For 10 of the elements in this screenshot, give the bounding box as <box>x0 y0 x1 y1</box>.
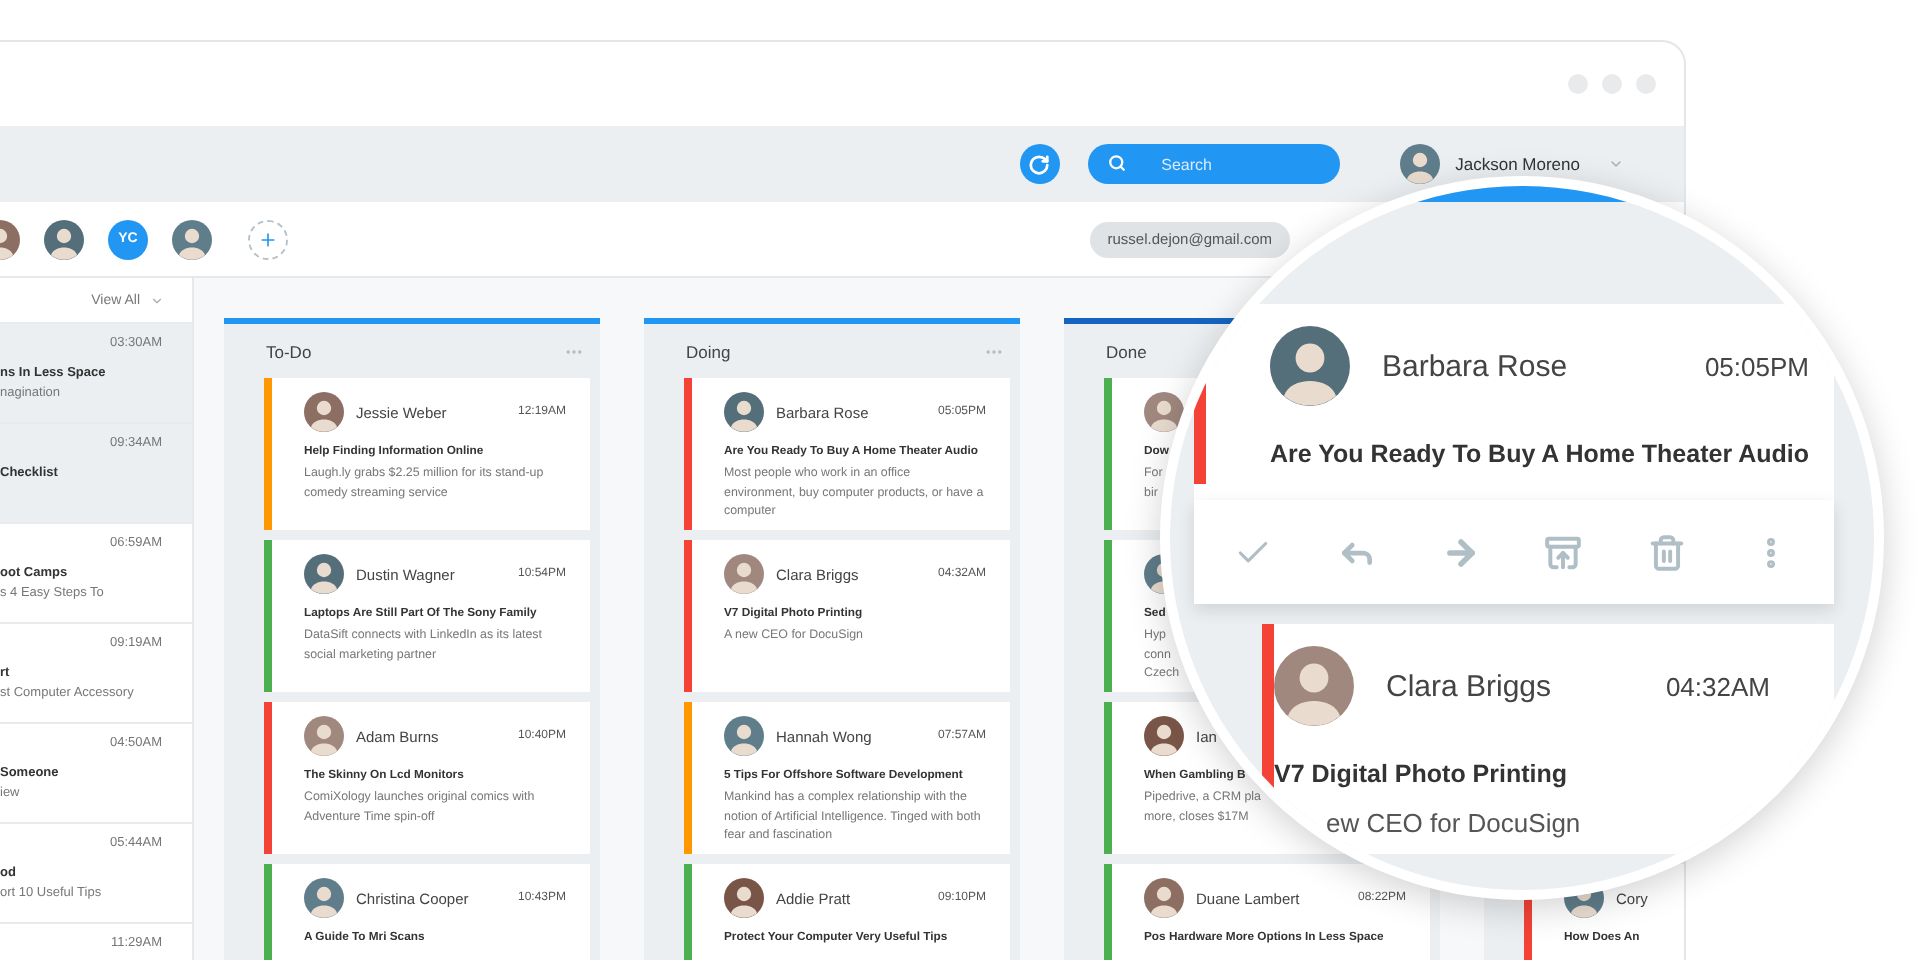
column-title: To-Do <box>266 341 312 361</box>
column-title: Doing <box>686 341 731 361</box>
card-time: 05:05PM <box>1704 351 1809 381</box>
sender-name: Barbara Rose <box>1382 349 1568 383</box>
card-preview: ew CEO for DocuSign <box>1324 808 1581 838</box>
card-title: V7 Digital Photo Printing <box>1274 760 1568 788</box>
card-time: 04:32AM <box>1665 671 1770 701</box>
card-title: Are You Ready To Buy A Home Theater Audio <box>1270 440 1809 468</box>
column-title: Done <box>1106 341 1147 361</box>
sender-name: Clara Briggs <box>1386 669 1552 703</box>
